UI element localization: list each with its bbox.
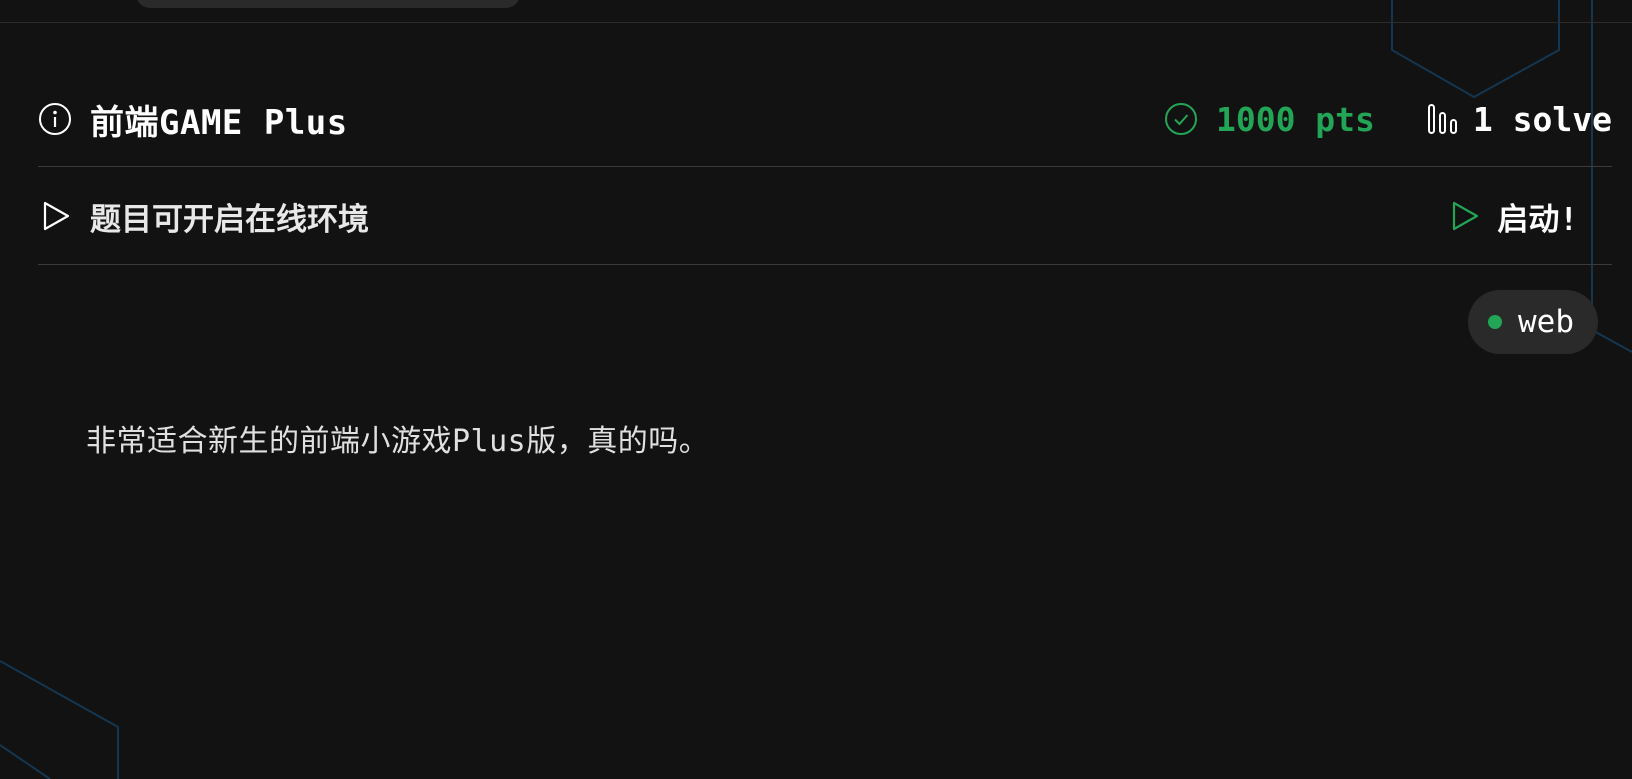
challenge-points: 1000 pts <box>1164 100 1375 139</box>
environment-notice: 题目可开启在线环境 <box>90 201 369 238</box>
section-divider <box>38 166 1612 167</box>
solves-value: 1 solve <box>1472 99 1612 139</box>
points-value: 1000 pts <box>1215 99 1375 139</box>
challenge-solves: 1 solve <box>1427 100 1612 139</box>
environment-row: 题目可开启在线环境 启动! <box>38 193 1612 239</box>
challenge-title: 前端GAME Plus <box>90 102 348 143</box>
header-divider <box>0 22 1632 23</box>
section-divider <box>38 264 1612 265</box>
top-search-bar[interactable] <box>136 0 520 8</box>
launch-button-label: 启动! <box>1497 201 1578 238</box>
bar-chart-icon <box>1427 102 1459 136</box>
launch-button[interactable]: 启动! <box>1447 194 1578 239</box>
status-dot <box>1488 315 1502 329</box>
category-tag: web <box>1468 290 1598 354</box>
play-icon <box>38 199 72 233</box>
challenge-header-row: 前端GAME Plus 1000 pts 1 solve <box>38 96 1612 143</box>
info-icon <box>38 102 72 136</box>
challenge-description: 非常适合新生的前端小游戏Plus版，真的吗。 <box>86 424 710 459</box>
play-icon <box>1447 199 1481 233</box>
check-circle-icon <box>1164 102 1198 136</box>
category-tag-label: web <box>1518 304 1574 340</box>
